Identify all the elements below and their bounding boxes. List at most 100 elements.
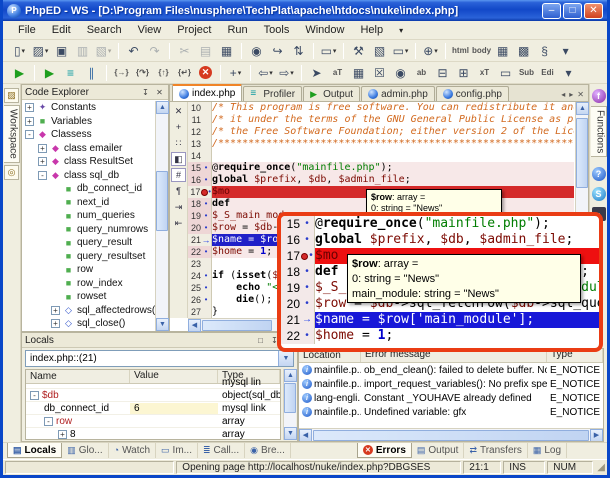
step-into-button[interactable]: {→} [112,63,131,82]
locals-scrollbar[interactable]: ▲ ▼ [283,369,296,440]
row-expander-icon[interactable]: - [44,417,53,426]
tree-item[interactable]: ■row_index [22,277,155,291]
form-textfield-button[interactable]: ab [412,63,431,82]
toolbar-overflow-button[interactable]: ▾ [559,63,578,82]
menu-run[interactable]: Run [220,22,254,38]
scroll-up-icon[interactable]: ▲ [156,101,169,114]
code-line[interactable]: @require_once("mainfile.php"); [315,216,599,232]
gutter[interactable]: 12 [188,126,212,138]
dropdown-arrow-icon[interactable]: ▾ [333,47,337,55]
gutter[interactable]: 25• [188,282,212,294]
breakpoint-icon[interactable] [201,189,208,196]
menu-search[interactable]: Search [80,22,129,38]
outdent-icon[interactable]: ⇤ [171,216,186,230]
scroll-down-icon[interactable]: ▼ [156,318,169,331]
paragraph-marks-icon[interactable]: ¶ [171,184,186,198]
column-header[interactable]: Name [26,370,130,383]
tree-expander-icon[interactable]: + [51,306,60,315]
editor-line[interactable]: 13/*************************************… [188,138,574,150]
browser-preview-button[interactable]: ▭▾ [319,41,338,60]
replace-button[interactable]: ⇅ [289,41,308,60]
workspace-tab[interactable]: Workspace [4,105,20,163]
form-align-h-button[interactable]: ⊟ [433,63,452,82]
breakpoint-icon[interactable] [301,253,308,260]
help-icon[interactable]: ? [592,167,606,181]
code-line[interactable]: global $prefix, $db, $admin_file; [212,174,574,186]
body-tag-button[interactable]: body [472,41,491,60]
redo-button[interactable]: ↷ [145,41,164,60]
form-radio-button[interactable]: ◉ [391,63,410,82]
scroll-down-icon[interactable]: ▼ [284,427,297,440]
new-file-button[interactable]: ▯▾ [10,41,29,60]
tree-item[interactable]: ■query_result [22,236,155,250]
gutter[interactable]: 16• [188,174,212,186]
gutter[interactable]: 21→ [281,312,315,328]
scroll-right-icon[interactable]: ▶ [590,429,603,442]
copy-special-button[interactable]: ▧▾ [94,41,113,60]
form-select-button[interactable]: ➤ [307,63,326,82]
error-row[interactable]: ilang-engli...Constant _YOUHAVE already … [299,391,603,405]
tree-item[interactable]: -◆Classess [22,128,155,142]
code-line[interactable]: /* This program is free software. You ca… [212,102,574,114]
pin-icon[interactable]: ↧ [140,88,151,97]
tree-expander-icon[interactable]: + [38,144,47,153]
gutter[interactable]: 19• [188,210,212,222]
menu-project[interactable]: Project [170,22,218,38]
gutter[interactable]: 15• [188,162,212,174]
context-combobox[interactable]: index.php::(21) ▼ [25,350,294,367]
gutter[interactable]: 18• [281,264,315,280]
resize-grip[interactable]: ◢ [597,462,605,473]
locals-row[interactable]: -rowarray [26,415,280,428]
dropdown-arrow-icon[interactable]: ▾ [269,69,273,77]
menu-file[interactable]: File [11,22,43,38]
tree-item[interactable]: ■query_resultset [22,250,155,264]
locals-row[interactable]: -$dbobject(sql_db) [26,389,280,402]
form-textarea-button[interactable]: xT [475,63,494,82]
tree-item[interactable]: ■row [22,263,155,277]
gutter[interactable]: 18• [188,198,212,210]
bottom-tab-breakpoints[interactable]: ◉Bre... [245,443,291,458]
bottom-tab-locals[interactable]: ▤Locals [7,443,62,458]
bottom-tab-errors[interactable]: ✕Errors [357,443,412,458]
tree-expander-icon[interactable]: + [25,117,34,126]
insert-table-button[interactable]: ▦ [493,41,512,60]
tab-close-icon[interactable]: ✕ [577,90,584,99]
tree-item[interactable]: ■db_connect_id [22,182,155,196]
insert-image-button[interactable]: ▩ [514,41,533,60]
image-viewer-button[interactable]: ▧ [370,41,389,60]
profiler-button[interactable]: ≡ [61,63,80,82]
explorer-scrollbar[interactable]: ▲ ▼ [155,101,168,331]
line-numbers-icon[interactable]: # [171,168,186,182]
tree-item[interactable]: +◆class emailer [22,142,155,156]
tree-item[interactable]: +✦Constants [22,101,155,115]
code-line[interactable]: $name = $row['main_module']; [315,312,599,328]
code-line[interactable]: $home = 1; [315,328,599,344]
menu-tools[interactable]: Tools [257,22,297,38]
code-line[interactable]: @require_once("mainfile.php"); [212,162,574,174]
dropdown-arrow-icon[interactable]: ▾ [238,69,242,77]
gutter[interactable]: 16• [281,232,315,248]
editor-line[interactable]: 16•global $prefix, $db, $admin_file; [188,174,574,186]
tree-item[interactable]: ■num_queries [22,209,155,223]
run-to-return-button[interactable]: {↵} [175,63,194,82]
zoomed-editor-line[interactable]: 15•@require_once("mainfile.php"); [281,216,599,232]
code-line[interactable]: /* the Free Software Foundation; either … [212,126,574,138]
tree-item[interactable]: +◇sql_affectedrows() [22,304,155,318]
error-row[interactable]: imainfile.p...import_request_variables()… [299,377,603,391]
error-row[interactable]: imainfile.p...ob_end_clean(): failed to … [299,363,603,377]
tree-expander-icon[interactable]: - [25,130,34,139]
row-expander-icon[interactable]: + [58,430,67,439]
form-image-button[interactable]: ▦ [349,63,368,82]
form-submit-button[interactable]: Sub [517,63,536,82]
close-pane-icon[interactable]: ✕ [171,104,186,118]
build-tools-button[interactable]: ⚒ [349,41,368,60]
tree-item[interactable]: ■query_numrows [22,223,155,237]
maximize-panel-icon[interactable]: □ [255,336,266,345]
gutter[interactable]: 22• [188,246,212,258]
bottom-tab-output[interactable]: ▤Output [412,443,465,458]
scroll-up-icon[interactable]: ▲ [284,369,297,382]
chevron-down-icon[interactable]: ▼ [278,351,293,366]
dropdown-arrow-icon[interactable]: ▾ [434,47,438,55]
tree-expander-icon[interactable]: + [38,157,47,166]
menu-help[interactable]: Help [353,22,390,38]
